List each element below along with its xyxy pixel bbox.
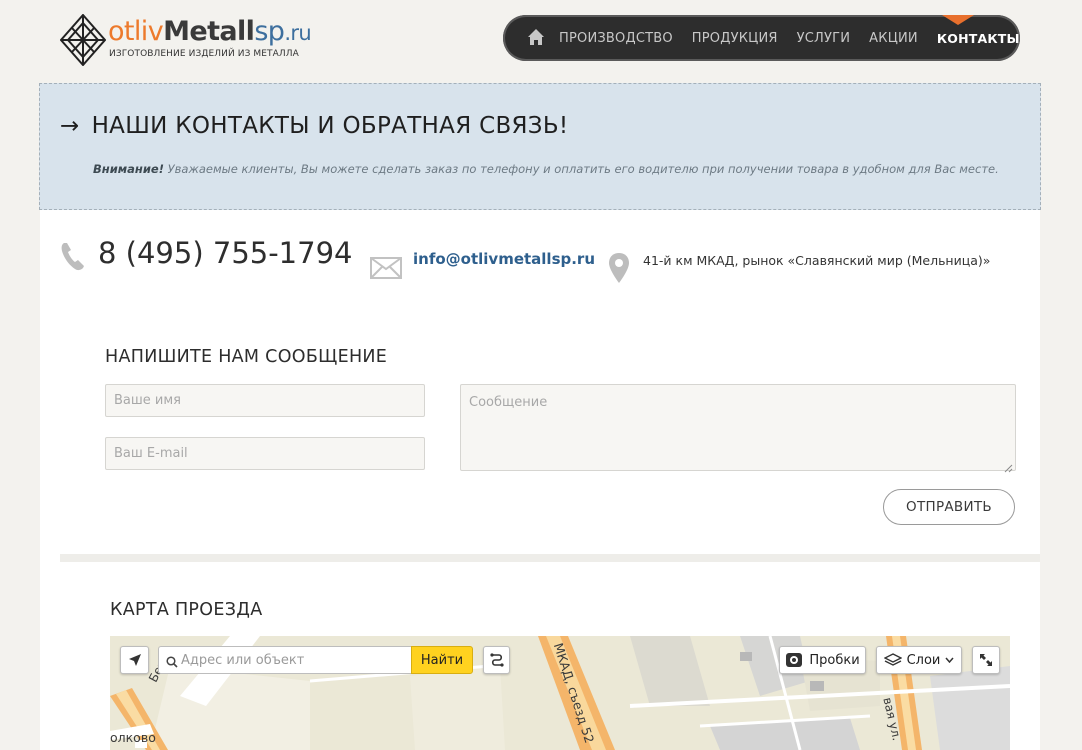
logo-diamond-icon xyxy=(60,14,106,66)
nav-item-production[interactable]: ПРОИЗВОДСТВО xyxy=(559,31,673,46)
address-text: 41-й км МКАД, рынок «Славянский мир (Мел… xyxy=(643,253,991,268)
logo-tagline: ИЗГОТОВЛЕНИЕ ИЗДЕЛИЙ ИЗ МЕТАЛЛА xyxy=(109,49,299,59)
logo-wordmark: otlivMetallsp.ru xyxy=(108,16,312,47)
home-icon[interactable] xyxy=(527,28,545,48)
layers-icon xyxy=(883,653,902,666)
route-button[interactable] xyxy=(483,646,510,674)
geolocation-button[interactable] xyxy=(120,646,149,674)
map-search-input[interactable] xyxy=(158,646,412,674)
phone-number[interactable]: 8 (495) 755-1794 xyxy=(98,236,353,270)
email-input[interactable] xyxy=(105,437,425,470)
active-nav-marker xyxy=(942,15,974,25)
map-search-button[interactable]: Найти xyxy=(411,646,473,674)
nav-item-services[interactable]: УСЛУГИ xyxy=(797,31,851,46)
geolocation-arrow-icon xyxy=(128,654,141,666)
route-icon xyxy=(489,653,504,667)
submit-button[interactable]: ОТПРАВИТЬ xyxy=(883,489,1015,525)
nav-item-contacts[interactable]: КОНТАКТЫ xyxy=(937,31,1020,46)
mail-icon xyxy=(370,257,402,283)
fullscreen-button[interactable] xyxy=(972,646,1000,674)
message-textarea[interactable] xyxy=(460,384,1016,471)
arrow-right-icon: → xyxy=(60,113,80,139)
phone-icon xyxy=(60,241,86,275)
section-divider xyxy=(60,554,1040,562)
chevron-down-icon xyxy=(945,657,954,663)
nav-item-products[interactable]: ПРОДУКЦИЯ xyxy=(692,31,778,46)
traffic-button[interactable]: Пробки xyxy=(779,646,866,674)
map-widget[interactable]: МКАД, съезд 52 Бере олково вая ул. Найти… xyxy=(110,636,1010,750)
traffic-icon xyxy=(786,653,803,667)
map-label-area: олково xyxy=(110,730,156,745)
layers-label: Слои xyxy=(906,652,941,668)
search-icon xyxy=(166,653,178,672)
fullscreen-icon xyxy=(980,654,992,666)
site-logo[interactable]: otlivMetallsp.ru ИЗГОТОВЛЕНИЕ ИЗДЕЛИЙ ИЗ… xyxy=(60,14,320,66)
traffic-label: Пробки xyxy=(809,652,860,668)
page-title: → НАШИ КОНТАКТЫ И ОБРАТНАЯ СВЯЗЬ! xyxy=(60,113,569,139)
page-banner: → НАШИ КОНТАКТЫ И ОБРАТНАЯ СВЯЗЬ! Внимани… xyxy=(39,83,1041,210)
form-title: НАПИШИТЕ НАМ СООБЩЕНИЕ xyxy=(105,347,388,367)
nav-item-promotions[interactable]: АКЦИИ xyxy=(869,31,918,46)
location-pin-icon xyxy=(608,252,630,288)
email-link[interactable]: info@otlivmetallsp.ru xyxy=(413,250,595,268)
name-input[interactable] xyxy=(105,384,425,417)
note-attention: Внимание! xyxy=(93,162,164,176)
map-title: КАРТА ПРОЕЗДА xyxy=(110,600,263,620)
resize-grip-icon[interactable] xyxy=(1003,458,1013,477)
banner-note: Внимание! Уважаемые клиенты, Вы можете с… xyxy=(93,162,999,176)
layers-button[interactable]: Слои xyxy=(876,646,962,674)
